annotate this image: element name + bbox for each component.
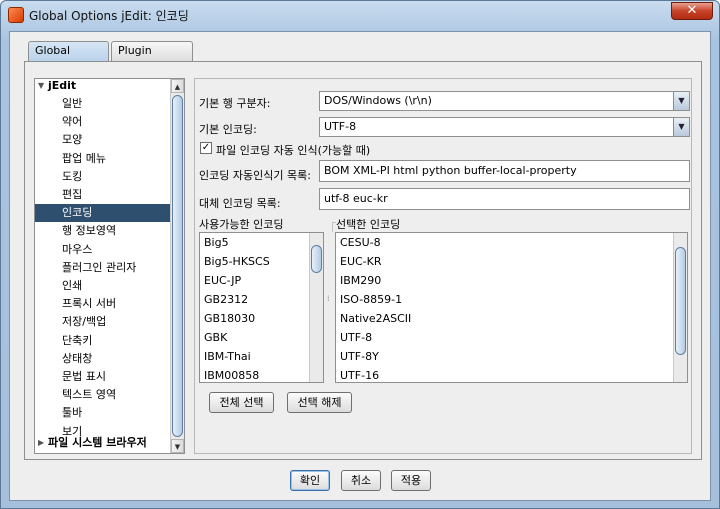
autodetect-checkbox[interactable]: ✓ — [200, 142, 212, 154]
list-item[interactable]: IBM290 — [340, 271, 381, 290]
jedit-app-icon — [8, 7, 24, 23]
tab-global-options[interactable]: Global Options — [28, 41, 109, 75]
list-item[interactable]: UTF-8 — [340, 328, 372, 347]
selected-encodings-label: 선택한 인코딩 — [336, 218, 401, 231]
available-scrollbar[interactable] — [309, 233, 323, 382]
apply-button[interactable]: 적용 — [391, 470, 431, 491]
tree-item[interactable]: 도킹 — [35, 168, 172, 186]
tree-root-label: 파일 시스템 브라우저 — [48, 436, 147, 449]
dropdown-arrow-icon[interactable]: ▼ — [673, 92, 689, 110]
combo-value: DOS/Windows (\r\n) — [324, 94, 432, 107]
deselect-button[interactable]: 선택 해제 — [287, 392, 352, 413]
collapsed-arrow-icon[interactable]: ▶ — [38, 434, 44, 452]
list-item[interactable]: Native2ASCII — [340, 309, 411, 328]
tree-item[interactable]: 문법 표시 — [35, 368, 172, 386]
tree-item[interactable]: 인쇄 — [35, 277, 172, 295]
selected-encodings-list[interactable]: CESU-8 EUC-KR IBM290 ISO-8859-1 Native2ASCII… — [335, 232, 688, 383]
tab-plugin-options[interactable]: Plugin Options — [111, 41, 193, 75]
default-encoding-label: 기본 인코딩: — [199, 123, 257, 136]
tree-item[interactable]: 텍스트 영역 — [35, 386, 172, 404]
tree-item[interactable]: 단축키 — [35, 332, 172, 350]
select-all-button[interactable]: 전체 선택 — [209, 392, 274, 413]
list-item[interactable]: GBK — [204, 328, 227, 347]
tree-item[interactable]: 행 정보영역 — [35, 222, 172, 240]
scroll-down-icon[interactable]: ▼ — [171, 439, 184, 453]
list-item[interactable]: Big5-HKSCS — [204, 252, 270, 271]
tree-item[interactable]: 편집 — [35, 186, 172, 204]
scroll-thumb[interactable] — [172, 95, 183, 437]
tree-item[interactable]: 툴바 — [35, 404, 172, 422]
tree-item[interactable]: 상태창 — [35, 350, 172, 368]
tree-item[interactable]: 모양 — [35, 131, 172, 149]
scroll-thumb[interactable] — [675, 247, 686, 355]
cancel-button[interactable]: 취소 — [341, 470, 381, 491]
fallback-label: 대체 인코딩 목록: — [199, 197, 281, 210]
tree-scrollbar[interactable]: ▲ ▼ — [170, 79, 184, 453]
tab-panel: ▼ jEdit 일반 약어 모양 팝업 메뉴 도킹 편집 인코딩 행 정보영역 마우스 플러그인 … — [24, 61, 702, 460]
scroll-thumb[interactable] — [311, 245, 322, 273]
tree-root-jedit[interactable]: ▼ jEdit — [35, 79, 172, 95]
tree-item[interactable]: 프록시 서버 — [35, 295, 172, 313]
list-item[interactable]: EUC-JP — [204, 271, 241, 290]
tree-item[interactable]: 마우스 — [35, 241, 172, 259]
selected-scrollbar[interactable] — [673, 233, 687, 382]
list-item[interactable]: GB18030 — [204, 309, 255, 328]
window-title: Global Options jEdit: 인코딩 — [29, 9, 189, 23]
close-button[interactable]: ✕ — [671, 2, 713, 20]
scroll-up-icon[interactable]: ▲ — [171, 79, 184, 93]
available-encodings-list[interactable]: Big5 Big5-HKSCS EUC-JP GB2312 GB18030 GBK IBM-… — [199, 232, 324, 383]
list-item[interactable]: UTF-8Y — [340, 347, 379, 366]
autodetect-label: 파일 인코딩 자동 인식(가능할 때) — [216, 144, 371, 157]
tree-item[interactable]: 약어 — [35, 113, 172, 131]
tree-root-label: jEdit — [48, 79, 77, 92]
list-item[interactable]: UTF-16 — [340, 366, 379, 382]
tree-item[interactable]: 저장/백업 — [35, 313, 172, 331]
dropdown-arrow-icon[interactable]: ▼ — [673, 118, 689, 136]
available-encodings-label: 사용가능한 인코딩 — [199, 218, 284, 231]
list-item[interactable]: CESU-8 — [340, 233, 381, 252]
list-item[interactable]: ISO-8859-1 — [340, 290, 402, 309]
tree-item[interactable]: 팝업 메뉴 — [35, 150, 172, 168]
default-encoding-combo[interactable]: UTF-8 ▼ — [319, 117, 690, 137]
line-separator-combo[interactable]: DOS/Windows (\r\n) ▼ — [319, 91, 690, 111]
ok-button[interactable]: 확인 — [290, 470, 330, 491]
combo-value: UTF-8 — [324, 120, 357, 133]
options-tree: ▼ jEdit 일반 약어 모양 팝업 메뉴 도킹 편집 인코딩 행 정보영역 마우스 플러그인 … — [34, 78, 185, 454]
list-item[interactable]: GB2312 — [204, 290, 248, 309]
list-item[interactable]: IBM-Thai — [204, 347, 251, 366]
fallback-field[interactable]: utf-8 euc-kr — [319, 188, 690, 210]
list-item[interactable]: IBM00858 — [204, 366, 259, 382]
expanded-arrow-icon[interactable]: ▼ — [38, 79, 44, 95]
tree-item[interactable]: 플러그인 관리자 — [35, 259, 172, 277]
list-item[interactable]: Big5 — [204, 233, 229, 252]
list-splitter-handle[interactable]: ⁞ — [327, 295, 330, 303]
tree-item[interactable]: 일반 — [35, 95, 172, 113]
tree-root-file-browser[interactable]: ▶ 파일 시스템 브라우저 — [35, 434, 172, 452]
line-separator-label: 기본 행 구분자: — [199, 97, 271, 110]
options-window: Global Options jEdit: 인코딩 ✕ Global Optio… — [0, 0, 720, 509]
title-bar[interactable]: Global Options jEdit: 인코딩 ✕ — [1, 1, 719, 29]
dialog-client: Global Options Plugin Options ▼ jEdit 일반… — [9, 31, 711, 501]
detectors-field[interactable]: BOM XML-PI html python buffer-local-prop… — [319, 160, 690, 182]
detectors-label: 인코딩 자동인식기 목록: — [199, 169, 311, 182]
encoding-panel: 기본 행 구분자: DOS/Windows (\r\n) ▼ 기본 인코딩: U… — [194, 78, 692, 454]
list-item[interactable]: EUC-KR — [340, 252, 382, 271]
tree-item[interactable]: 인코딩 — [35, 204, 172, 223]
